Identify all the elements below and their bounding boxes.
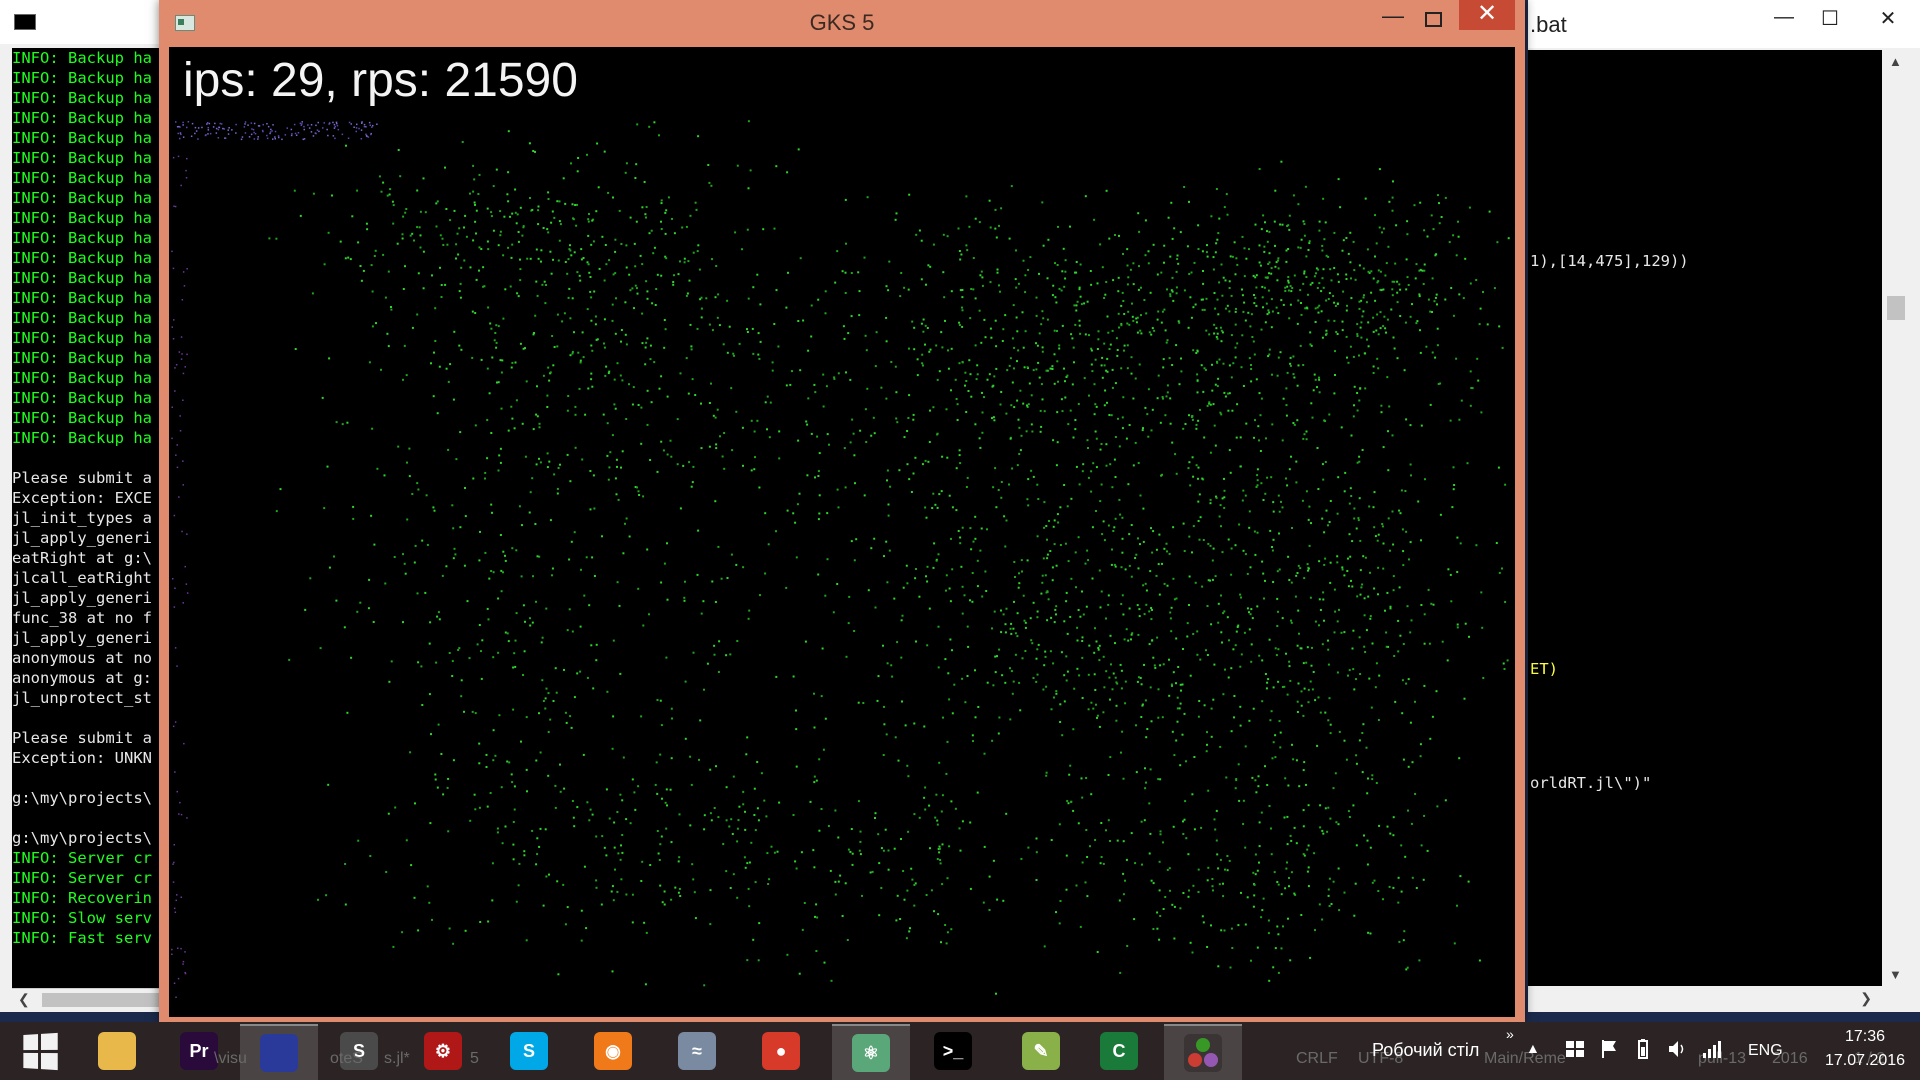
floppy-save-icon xyxy=(260,1034,298,1072)
clock-date[interactable]: 17.07.2016 xyxy=(1820,1052,1910,1070)
particle-canvas[interactable]: ips: 29, rps: 21590 xyxy=(169,47,1515,1017)
volume-icon[interactable] xyxy=(1666,1038,1688,1060)
minimize-button[interactable]: — xyxy=(1373,4,1413,32)
ghost-status-text: oteS xyxy=(330,1050,363,1067)
editor-window[interactable]: .bat — ☐ ✕ 1),[14,475],129)) ET) orldRT.… xyxy=(1528,0,1920,1012)
editor-close-button[interactable]: ✕ xyxy=(1868,6,1908,31)
command-prompt-icon: >_ xyxy=(934,1032,972,1070)
ghost-status-text: 5 xyxy=(470,1050,479,1067)
ghost-status-text: CRLF xyxy=(1296,1050,1338,1067)
scroll-down-icon[interactable]: ▼ xyxy=(1889,967,1902,982)
editor-line: ET) xyxy=(1530,660,1558,678)
show-hidden-icons-icon[interactable]: ▲ xyxy=(1526,1040,1540,1056)
gks-window[interactable]: GKS 5 — ✕ ips: 29, rps: 21590 xyxy=(159,0,1525,1022)
gks-window-title: GKS 5 xyxy=(809,10,875,35)
toolbar-expand-icon[interactable]: » xyxy=(1506,1026,1514,1042)
premiere-icon: Pr xyxy=(180,1032,218,1070)
action-center-icon[interactable] xyxy=(1564,1038,1586,1060)
scroll-right-icon[interactable]: ❯ xyxy=(1860,990,1872,1007)
atom-editor-icon: ⚛ xyxy=(852,1034,890,1072)
taskbar-app-button[interactable]: S xyxy=(490,1024,568,1078)
editor-window-title: .bat xyxy=(1530,12,1567,37)
battery-icon[interactable] xyxy=(1632,1038,1654,1060)
taskbar-app-button[interactable]: ● xyxy=(742,1024,820,1078)
close-button[interactable]: ✕ xyxy=(1459,0,1515,30)
taskbar-app-button[interactable]: ✎ xyxy=(1002,1024,1080,1078)
julia-icon xyxy=(1184,1034,1222,1072)
flag-icon[interactable] xyxy=(1598,1038,1620,1060)
clock-time[interactable]: 17:36 xyxy=(1830,1028,1900,1046)
language-indicator[interactable]: ENG xyxy=(1748,1042,1783,1060)
desktop-toolbar-label[interactable]: Робочий стіл xyxy=(1372,1040,1479,1061)
particle-plot xyxy=(171,120,1510,998)
file-explorer-icon xyxy=(98,1032,136,1070)
windows-logo-icon xyxy=(22,1032,58,1070)
taskbar-app-button[interactable]: ≈ xyxy=(658,1024,736,1078)
taskbar-app-button[interactable] xyxy=(240,1024,318,1080)
pizza-app-icon: ◉ xyxy=(594,1032,632,1070)
red-gear-app-icon: ⚙ xyxy=(424,1032,462,1070)
editor-titlebar[interactable]: .bat — ☐ ✕ xyxy=(1528,0,1920,48)
system-tray: Робочий стіл » ▲ ENG 17:36 17.07.2016 xyxy=(1360,1022,1920,1080)
scroll-up-icon[interactable]: ▲ xyxy=(1889,54,1902,69)
editor-line: 1),[14,475],129)) xyxy=(1530,252,1689,270)
notepad-plus-icon: ✎ xyxy=(1022,1032,1060,1070)
taskbar-app-button[interactable] xyxy=(1164,1024,1242,1080)
skype-icon: S xyxy=(510,1032,548,1070)
editor-minimize-button[interactable]: — xyxy=(1764,6,1804,29)
resource-monitor-icon: ≈ xyxy=(678,1032,716,1070)
camtasia-icon: C xyxy=(1100,1032,1138,1070)
taskbar: Pr S ⚙ S ◉ ≈ ● ⚛ >_ ✎ C \visu oteS s.jl* 5 CRLF UT… xyxy=(0,1022,1920,1080)
network-signal-icon[interactable] xyxy=(1700,1038,1722,1060)
scroll-thumb[interactable] xyxy=(42,993,172,1007)
maximize-icon xyxy=(1424,12,1442,27)
taskbar-app-button[interactable]: ◉ xyxy=(574,1024,652,1078)
editor-horizontal-scrollbar[interactable]: ❯ xyxy=(1528,988,1882,1010)
console-app-icon xyxy=(14,14,36,30)
editor-vertical-scrollbar[interactable]: ▲ ▼ xyxy=(1882,50,1910,986)
taskbar-app-button[interactable]: ⚛ xyxy=(832,1024,910,1080)
ghost-status-text: s.jl* xyxy=(384,1050,410,1067)
start-button[interactable] xyxy=(0,1024,78,1078)
scroll-thumb[interactable] xyxy=(1887,296,1905,320)
gks-titlebar[interactable]: GKS 5 — ✕ xyxy=(159,0,1525,46)
editor-maximize-button[interactable]: ☐ xyxy=(1810,6,1850,31)
taskbar-app-button[interactable]: C xyxy=(1080,1024,1158,1078)
stats-readout: ips: 29, rps: 21590 xyxy=(183,54,578,107)
editor-text-area[interactable]: 1),[14,475],129)) ET) orldRT.jl\")" xyxy=(1528,50,1882,986)
scroll-left-icon[interactable]: ❮ xyxy=(18,991,30,1008)
editor-line: orldRT.jl\")" xyxy=(1530,774,1652,792)
chrome-icon: ● xyxy=(762,1032,800,1070)
taskbar-app-button[interactable] xyxy=(78,1024,156,1078)
maximize-button[interactable] xyxy=(1413,4,1453,32)
ghost-status-text: \visu xyxy=(214,1050,247,1067)
taskbar-app-button[interactable]: >_ xyxy=(914,1024,992,1078)
